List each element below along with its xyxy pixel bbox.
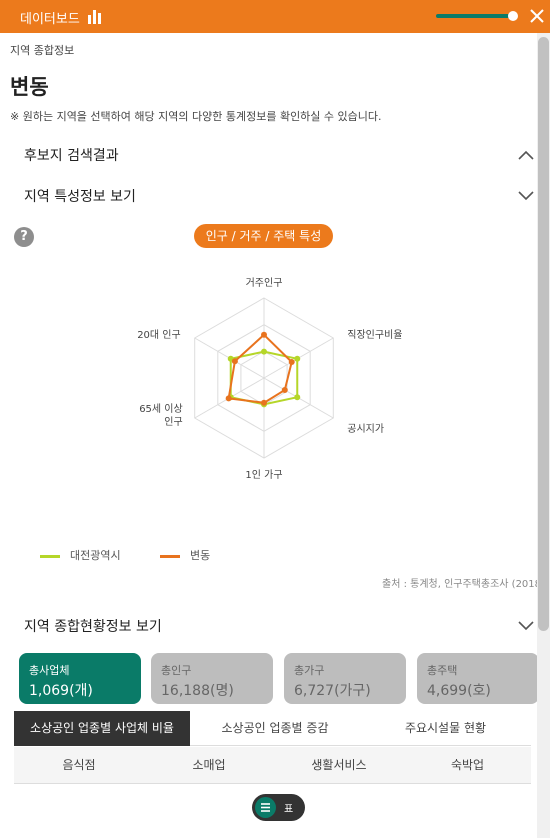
radar-axis-label: 직장인구비율 <box>347 329 402 341</box>
card-total-population[interactable]: 총인구 16,188(명) <box>151 653 273 704</box>
scrollbar-thumb[interactable] <box>538 37 549 631</box>
category-header: 음식점 소매업 생활서비스 숙박업 <box>14 747 531 784</box>
app-title: 데이터보드 <box>20 12 80 27</box>
radar-axis-label: 65세 이상 인구 <box>139 403 183 428</box>
radar-point <box>231 358 238 365</box>
radar-axis-label: 거주인구 <box>246 277 283 289</box>
section-candidate-results[interactable]: 후보지 검색결과 <box>24 145 119 165</box>
radar-point <box>225 395 232 402</box>
scrollbar[interactable] <box>537 33 550 838</box>
legend-label: 변동 <box>190 549 211 562</box>
radar-point <box>261 331 267 338</box>
radar-point <box>288 359 295 365</box>
tab-facilities[interactable]: 주요시설물 현황 <box>360 711 531 746</box>
transparency-slider[interactable] <box>436 11 518 21</box>
card-total-businesses[interactable]: 총사업체 1,069(개) <box>19 653 141 704</box>
toggle-table-label: 표 <box>284 804 294 815</box>
card-value: 16,188(명) <box>161 683 234 699</box>
top-bar: 데이터보드 <box>0 0 550 33</box>
radar-axis-label: 공시지가 <box>347 423 384 435</box>
radar-axis-label: 1인 가구 <box>245 469 282 481</box>
card-value: 4,699(호) <box>427 683 491 699</box>
card-value: 1,069(개) <box>29 683 93 699</box>
category-living-service: 생활서비스 <box>311 758 367 772</box>
source-text: 출처 : 통계청, 인구주택총조사 (2018 <box>382 579 542 590</box>
section-region-features[interactable]: 지역 특성정보 보기 <box>24 186 136 206</box>
breadcrumb: 지역 종합정보 <box>10 44 75 57</box>
legend-swatch <box>40 554 60 558</box>
page-title: 변동 <box>10 75 49 99</box>
radar-point <box>294 355 301 362</box>
tab-bar: 소상공인 업종별 사업체 비율 소상공인 업종별 증감 주요시설물 현황 <box>14 711 531 746</box>
bar-chart-icon[interactable] <box>87 9 103 24</box>
chevron-up-icon[interactable] <box>517 149 535 161</box>
tab-business-change[interactable]: 소상공인 업종별 증감 <box>190 711 360 746</box>
notice-text: ※ 원하는 지역을 선택하여 해당 지역의 다양한 통계정보를 확인하실 수 있… <box>10 110 382 123</box>
card-label: 총가구 <box>294 664 325 677</box>
legend-label: 대전광역시 <box>70 549 121 562</box>
section-region-overview[interactable]: 지역 종합현황정보 보기 <box>24 616 162 636</box>
slider-knob[interactable] <box>508 11 518 21</box>
tab-business-ratio[interactable]: 소상공인 업종별 사업체 비율 <box>14 711 190 746</box>
chevron-down-icon[interactable] <box>517 620 535 632</box>
card-label: 총인구 <box>161 664 192 677</box>
card-value: 6,727(가구) <box>294 683 371 699</box>
chart-table-toggle[interactable]: 표 <box>252 794 305 821</box>
list-icon[interactable] <box>255 797 276 818</box>
feature-category-pill[interactable]: 인구 / 거주 / 주택 특성 <box>194 224 333 248</box>
radar-point <box>261 399 267 406</box>
category-restaurant: 음식점 <box>62 758 96 772</box>
card-label: 총사업체 <box>29 664 70 677</box>
radar-chart: 거주인구직장인구비율공시지가 1인 가구 65세 이상 인구 20대 인구 <box>137 277 402 481</box>
card-total-houses[interactable]: 총주택 4,699(호) <box>417 653 539 704</box>
category-lodging: 숙박업 <box>450 758 485 772</box>
close-icon[interactable] <box>528 7 546 25</box>
radar-point <box>261 348 267 355</box>
category-retail: 소매업 <box>192 758 226 772</box>
radar-point <box>281 387 288 393</box>
radar-axis-label: 20대 인구 <box>137 329 181 341</box>
legend-swatch <box>160 554 180 558</box>
help-icon[interactable]: ? <box>14 227 34 247</box>
chevron-down-icon[interactable] <box>517 190 535 202</box>
legend-item-byeondong: 변동 <box>160 547 210 563</box>
radar-point <box>294 394 301 401</box>
card-total-households[interactable]: 총가구 6,727(가구) <box>284 653 406 704</box>
legend-item-daejeon: 대전광역시 <box>40 547 121 563</box>
card-label: 총주택 <box>427 664 458 677</box>
